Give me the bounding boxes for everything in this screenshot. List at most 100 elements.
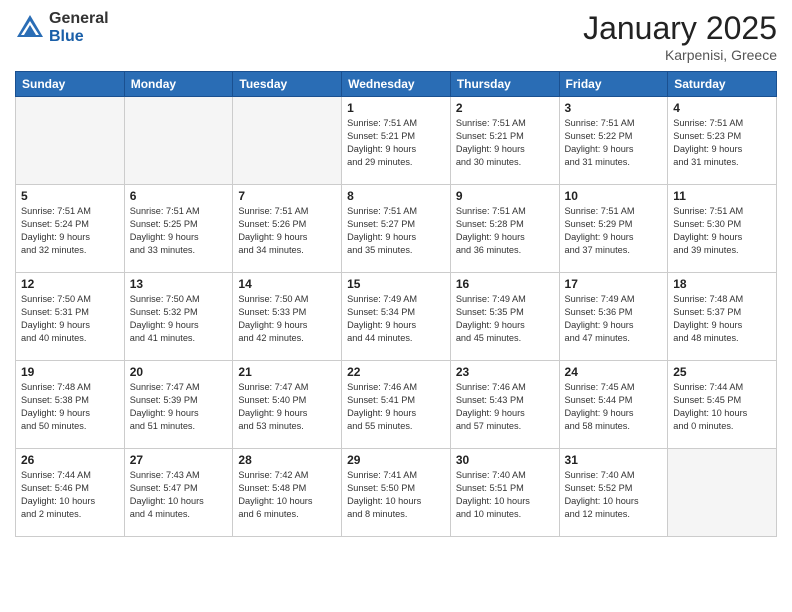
day-info: Sunrise: 7:47 AM Sunset: 5:39 PM Dayligh… (130, 381, 228, 433)
table-cell: 20 Sunrise: 7:47 AM Sunset: 5:39 PM Dayli… (124, 361, 233, 449)
day-number: 27 (130, 453, 228, 467)
day-number: 10 (565, 189, 663, 203)
day-info: Sunrise: 7:44 AM Sunset: 5:45 PM Dayligh… (673, 381, 771, 433)
day-info: Sunrise: 7:43 AM Sunset: 5:47 PM Dayligh… (130, 469, 228, 521)
table-cell: 21 Sunrise: 7:47 AM Sunset: 5:40 PM Dayli… (233, 361, 342, 449)
day-info: Sunrise: 7:49 AM Sunset: 5:35 PM Dayligh… (456, 293, 554, 345)
table-cell (16, 97, 125, 185)
day-info: Sunrise: 7:46 AM Sunset: 5:41 PM Dayligh… (347, 381, 445, 433)
day-number: 26 (21, 453, 119, 467)
week-row-2: 5Sunrise: 7:51 AM Sunset: 5:24 PM Daylig… (16, 185, 777, 273)
table-cell: 17Sunrise: 7:49 AM Sunset: 5:36 PM Dayli… (559, 273, 668, 361)
table-cell: 11 Sunrise: 7:51 AM Sunset: 5:30 PM Dayli… (668, 185, 777, 273)
day-number: 19 (21, 365, 119, 379)
month-title: January 2025 (583, 10, 777, 47)
table-cell: 10 Sunrise: 7:51 AM Sunset: 5:29 PM Dayli… (559, 185, 668, 273)
day-info: Sunrise: 7:51 AM Sunset: 5:22 PM Dayligh… (565, 117, 663, 169)
table-cell: 4 Sunrise: 7:51 AM Sunset: 5:23 PM Daylig… (668, 97, 777, 185)
day-number: 16 (456, 277, 554, 291)
day-number: 21 (238, 365, 336, 379)
day-number: 24 (565, 365, 663, 379)
table-cell: 18Sunrise: 7:48 AM Sunset: 5:37 PM Dayli… (668, 273, 777, 361)
day-number: 23 (456, 365, 554, 379)
day-info: Sunrise: 7:51 AM Sunset: 5:26 PM Dayligh… (238, 205, 336, 257)
day-number: 8 (347, 189, 445, 203)
day-number: 18 (673, 277, 771, 291)
header-thursday: Thursday (450, 72, 559, 97)
header-monday: Monday (124, 72, 233, 97)
table-cell: 15Sunrise: 7:49 AM Sunset: 5:34 PM Dayli… (342, 273, 451, 361)
table-cell: 9 Sunrise: 7:51 AM Sunset: 5:28 PM Daylig… (450, 185, 559, 273)
day-info: Sunrise: 7:47 AM Sunset: 5:40 PM Dayligh… (238, 381, 336, 433)
page: General Blue January 2025 Karpenisi, Gre… (0, 0, 792, 612)
table-cell (668, 449, 777, 537)
table-cell: 25 Sunrise: 7:44 AM Sunset: 5:45 PM Dayli… (668, 361, 777, 449)
day-info: Sunrise: 7:49 AM Sunset: 5:34 PM Dayligh… (347, 293, 445, 345)
header-friday: Friday (559, 72, 668, 97)
day-number: 30 (456, 453, 554, 467)
table-cell: 30 Sunrise: 7:40 AM Sunset: 5:51 PM Dayli… (450, 449, 559, 537)
header: General Blue January 2025 Karpenisi, Gre… (15, 10, 777, 63)
table-cell: 12 Sunrise: 7:50 AM Sunset: 5:31 PM Dayli… (16, 273, 125, 361)
table-cell: 6Sunrise: 7:51 AM Sunset: 5:25 PM Daylig… (124, 185, 233, 273)
week-row-5: 26 Sunrise: 7:44 AM Sunset: 5:46 PM Dayli… (16, 449, 777, 537)
day-number: 2 (456, 101, 554, 115)
day-info: Sunrise: 7:50 AM Sunset: 5:32 PM Dayligh… (130, 293, 228, 345)
day-info: Sunrise: 7:44 AM Sunset: 5:46 PM Dayligh… (21, 469, 119, 521)
day-number: 29 (347, 453, 445, 467)
day-info: Sunrise: 7:51 AM Sunset: 5:21 PM Dayligh… (347, 117, 445, 169)
header-tuesday: Tuesday (233, 72, 342, 97)
day-info: Sunrise: 7:46 AM Sunset: 5:43 PM Dayligh… (456, 381, 554, 433)
table-cell: 29 Sunrise: 7:41 AM Sunset: 5:50 PM Dayli… (342, 449, 451, 537)
table-cell: 26 Sunrise: 7:44 AM Sunset: 5:46 PM Dayli… (16, 449, 125, 537)
day-info: Sunrise: 7:51 AM Sunset: 5:24 PM Dayligh… (21, 205, 119, 257)
table-cell: 2 Sunrise: 7:51 AM Sunset: 5:21 PM Daylig… (450, 97, 559, 185)
header-sunday: Sunday (16, 72, 125, 97)
logo-blue-text: Blue (49, 28, 109, 46)
day-info: Sunrise: 7:51 AM Sunset: 5:27 PM Dayligh… (347, 205, 445, 257)
table-cell: 28Sunrise: 7:42 AM Sunset: 5:48 PM Dayli… (233, 449, 342, 537)
table-cell: 23 Sunrise: 7:46 AM Sunset: 5:43 PM Dayli… (450, 361, 559, 449)
week-row-3: 12 Sunrise: 7:50 AM Sunset: 5:31 PM Dayli… (16, 273, 777, 361)
day-number: 11 (673, 189, 771, 203)
table-cell: 14 Sunrise: 7:50 AM Sunset: 5:33 PM Dayli… (233, 273, 342, 361)
table-cell: 22Sunrise: 7:46 AM Sunset: 5:41 PM Dayli… (342, 361, 451, 449)
day-info: Sunrise: 7:51 AM Sunset: 5:29 PM Dayligh… (565, 205, 663, 257)
day-number: 20 (130, 365, 228, 379)
title-section: January 2025 Karpenisi, Greece (583, 10, 777, 63)
week-row-4: 19Sunrise: 7:48 AM Sunset: 5:38 PM Dayli… (16, 361, 777, 449)
day-info: Sunrise: 7:51 AM Sunset: 5:23 PM Dayligh… (673, 117, 771, 169)
location: Karpenisi, Greece (583, 47, 777, 63)
table-cell: 7Sunrise: 7:51 AM Sunset: 5:26 PM Daylig… (233, 185, 342, 273)
weekday-header-row: Sunday Monday Tuesday Wednesday Thursday… (16, 72, 777, 97)
day-info: Sunrise: 7:51 AM Sunset: 5:28 PM Dayligh… (456, 205, 554, 257)
header-saturday: Saturday (668, 72, 777, 97)
table-cell: 1 Sunrise: 7:51 AM Sunset: 5:21 PM Daylig… (342, 97, 451, 185)
week-row-1: 1 Sunrise: 7:51 AM Sunset: 5:21 PM Daylig… (16, 97, 777, 185)
table-cell: 24 Sunrise: 7:45 AM Sunset: 5:44 PM Dayli… (559, 361, 668, 449)
day-info: Sunrise: 7:49 AM Sunset: 5:36 PM Dayligh… (565, 293, 663, 345)
day-info: Sunrise: 7:41 AM Sunset: 5:50 PM Dayligh… (347, 469, 445, 521)
day-number: 14 (238, 277, 336, 291)
table-cell: 31 Sunrise: 7:40 AM Sunset: 5:52 PM Dayli… (559, 449, 668, 537)
day-info: Sunrise: 7:51 AM Sunset: 5:25 PM Dayligh… (130, 205, 228, 257)
day-number: 31 (565, 453, 663, 467)
table-cell: 8 Sunrise: 7:51 AM Sunset: 5:27 PM Daylig… (342, 185, 451, 273)
table-cell: 3 Sunrise: 7:51 AM Sunset: 5:22 PM Daylig… (559, 97, 668, 185)
day-number: 1 (347, 101, 445, 115)
day-info: Sunrise: 7:51 AM Sunset: 5:30 PM Dayligh… (673, 205, 771, 257)
logo-text: General Blue (49, 10, 109, 45)
day-number: 3 (565, 101, 663, 115)
day-number: 25 (673, 365, 771, 379)
logo-general-text: General (49, 10, 109, 28)
day-number: 12 (21, 277, 119, 291)
day-info: Sunrise: 7:50 AM Sunset: 5:33 PM Dayligh… (238, 293, 336, 345)
day-info: Sunrise: 7:45 AM Sunset: 5:44 PM Dayligh… (565, 381, 663, 433)
day-info: Sunrise: 7:51 AM Sunset: 5:21 PM Dayligh… (456, 117, 554, 169)
day-info: Sunrise: 7:40 AM Sunset: 5:51 PM Dayligh… (456, 469, 554, 521)
day-info: Sunrise: 7:50 AM Sunset: 5:31 PM Dayligh… (21, 293, 119, 345)
day-number: 9 (456, 189, 554, 203)
logo: General Blue (15, 10, 109, 45)
day-number: 4 (673, 101, 771, 115)
day-info: Sunrise: 7:40 AM Sunset: 5:52 PM Dayligh… (565, 469, 663, 521)
